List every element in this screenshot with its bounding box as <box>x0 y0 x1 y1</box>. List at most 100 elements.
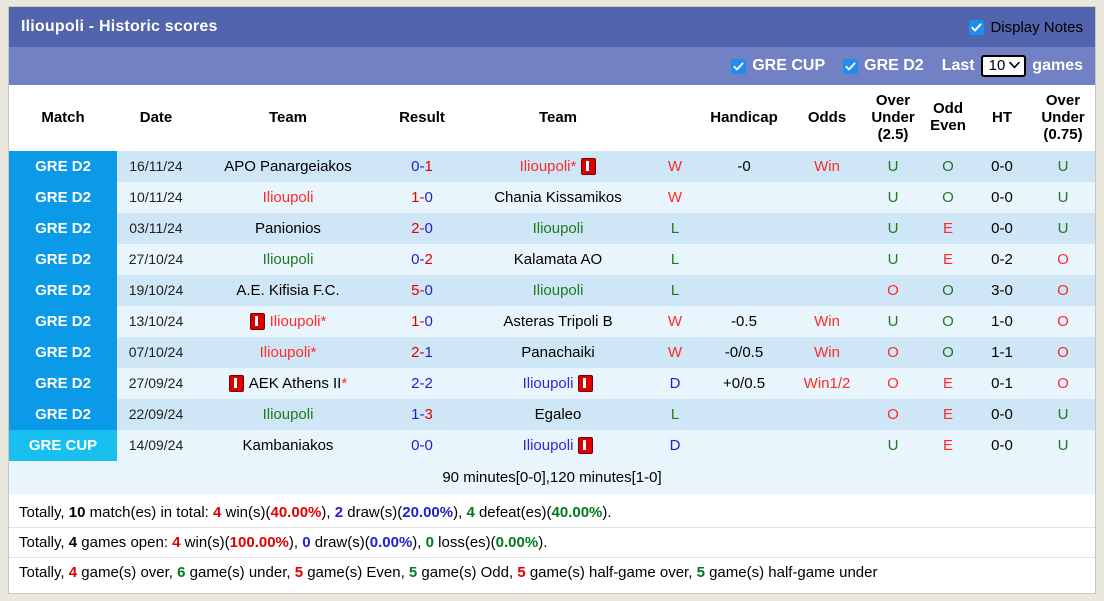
match-league-cell[interactable]: GRE D2 <box>9 368 117 400</box>
away-team-cell[interactable]: Asteras Tripoli B <box>463 306 653 338</box>
over-under-25-cell: U <box>863 244 923 276</box>
table-row[interactable]: GRE D2 07/10/24 Ilioupoli* 2-1 Panachaiki W -0… <box>9 337 1095 369</box>
table-row[interactable]: GRE D2 03/11/24 Panionios 2-0 Ilioupoli L U E 0-… <box>9 213 1095 245</box>
away-team-cell[interactable]: Egaleo <box>463 399 653 431</box>
match-league-cell[interactable]: GRE D2 <box>9 337 117 369</box>
table-row[interactable]: GRE CUP 14/09/24 Kambaniakos 0-0 Ilioupoli D U… <box>9 430 1095 462</box>
league-badge: GRE D2 <box>9 151 117 183</box>
table-row[interactable]: GRE D2 27/09/24 AEK Athens II* 2-2 Ilioupoli… <box>9 368 1095 400</box>
home-team-cell[interactable]: Ilioupoli <box>195 244 381 276</box>
result-cell: 2-2 <box>381 368 463 400</box>
over-under-25-value: U <box>887 158 899 176</box>
result-away-goals: 3 <box>424 406 433 424</box>
over-under-075-cell: U <box>1031 182 1095 214</box>
home-team-cell[interactable]: Panionios <box>195 213 381 245</box>
team-home-star: * <box>310 344 317 362</box>
games-count-select[interactable]: 10 <box>980 54 1027 78</box>
home-team-cell[interactable]: A.E. Kifisia F.C. <box>195 275 381 307</box>
home-team-cell[interactable]: Ilioupoli <box>195 399 381 431</box>
gre-cup-checkbox[interactable] <box>731 58 747 74</box>
match-league-cell[interactable]: GRE D2 <box>9 275 117 307</box>
home-team-cell[interactable]: Ilioupoli <box>195 182 381 214</box>
ht-value: 0-0 <box>991 158 1013 176</box>
table-row[interactable]: GRE D2 10/11/24 Ilioupoli 1-0 Chania Kissami… <box>9 182 1095 214</box>
gre-cup-option[interactable]: GRE CUP <box>731 57 825 75</box>
team-home-name: Ilioupoli* <box>269 313 327 331</box>
ht-cell: 3-0 <box>973 275 1031 307</box>
wdl-cell: W <box>653 306 697 338</box>
match-league-cell[interactable]: GRE D2 <box>9 182 117 214</box>
table-row[interactable]: GRE D2 27/10/24 Ilioupoli 0-2 Kalamata AO L U E… <box>9 244 1095 276</box>
result-cell: 1-0 <box>381 306 463 338</box>
match-date: 03/11/24 <box>129 220 183 237</box>
match-league-cell[interactable]: GRE D2 <box>9 213 117 245</box>
last-games-option: Last 10 games <box>942 54 1083 78</box>
match-league-cell[interactable]: GRE D2 <box>9 399 117 431</box>
match-league-cell[interactable]: GRE D2 <box>9 306 117 338</box>
wdl-cell: W <box>653 182 697 214</box>
odds-cell <box>791 213 863 245</box>
match-league-cell[interactable]: GRE CUP <box>9 430 117 462</box>
table-row[interactable]: GRE D2 13/10/24 Ilioupoli* 1-0 Asteras Tripo… <box>9 306 1095 338</box>
gre-d2-checkbox[interactable] <box>843 58 859 74</box>
gre-d2-option[interactable]: GRE D2 <box>843 57 924 75</box>
historic-scores-table: Match Date Team Result Team Handicap Odd… <box>9 85 1095 495</box>
s2-p1: Totally, <box>19 534 69 552</box>
home-team-cell[interactable]: AEK Athens II* <box>195 368 381 400</box>
over-under-075-value: U <box>1057 437 1069 455</box>
over-under-075-cell: U <box>1031 399 1095 431</box>
wdl-value: W <box>667 344 683 362</box>
table-row[interactable]: GRE D2 19/10/24 A.E. Kifisia F.C. 5-0 Ilioup… <box>9 275 1095 307</box>
team-home-name: AEK Athens II* <box>248 375 348 393</box>
display-notes-checkbox[interactable] <box>969 19 985 35</box>
team-away: Ilioupoli <box>463 368 653 399</box>
s3-p1: Totally, <box>19 564 69 582</box>
col-over-under-25: Over Under (2.5) <box>863 85 923 152</box>
odd-even-value: E <box>942 375 953 393</box>
away-team-cell[interactable]: Ilioupoli <box>463 430 653 462</box>
team-away: Kalamata AO <box>463 244 653 275</box>
over-under-075-value: U <box>1057 189 1069 207</box>
team-away-name: Asteras Tripoli B <box>503 313 613 331</box>
odds-value: Win <box>814 158 840 176</box>
away-team-cell[interactable]: Ilioupoli <box>463 213 653 245</box>
display-notes-option[interactable]: Display Notes <box>969 19 1083 36</box>
result-home-goals: 0 <box>411 251 420 269</box>
away-team-cell[interactable]: Panachaiki <box>463 337 653 369</box>
s1-p3: win(s)( <box>221 504 271 522</box>
team-home: Ilioupoli <box>195 399 381 430</box>
s2-wins: 4 <box>172 534 181 552</box>
home-team-cell[interactable]: Kambaniakos <box>195 430 381 462</box>
away-team-cell[interactable]: Chania Kissamikos <box>463 182 653 214</box>
ht-cell: 0-0 <box>973 430 1031 462</box>
table-header: Match Date Team Result Team Handicap Odd… <box>9 85 1095 152</box>
home-team-cell[interactable]: Ilioupoli* <box>195 306 381 338</box>
col-oddeven-line1: Odd <box>933 100 963 118</box>
s1-defeats: 4 <box>466 504 475 522</box>
away-team-cell[interactable]: Ilioupoli <box>463 275 653 307</box>
result-home-goals: 2 <box>411 375 420 393</box>
result-cell: 2-0 <box>381 213 463 245</box>
table-row[interactable]: GRE D2 22/09/24 Ilioupoli 1-3 Egaleo L O E 0-0 U <box>9 399 1095 431</box>
s1-p6: ), <box>453 504 467 522</box>
s2-draws: 0 <box>302 534 311 552</box>
over-under-075-value: O <box>1057 375 1069 393</box>
wdl-cell: W <box>653 337 697 369</box>
team-home: Kambaniakos <box>195 430 381 461</box>
ht-value: 0-0 <box>991 437 1013 455</box>
col-result: Result <box>381 85 463 152</box>
home-team-cell[interactable]: Ilioupoli* <box>195 337 381 369</box>
away-team-cell[interactable]: Kalamata AO <box>463 244 653 276</box>
wdl-value: L <box>670 251 680 269</box>
match-league-cell[interactable]: GRE D2 <box>9 151 117 183</box>
away-team-cell[interactable]: Ilioupoli* <box>463 151 653 183</box>
result-cell: 1-0 <box>381 182 463 214</box>
away-team-cell[interactable]: Ilioupoli <box>463 368 653 400</box>
ht-cell: 0-0 <box>973 151 1031 183</box>
table-row[interactable]: GRE D2 16/11/24 APO Panargeiakos 0-1 Ilioupo… <box>9 151 1095 183</box>
result-away-goals: 1 <box>424 344 433 362</box>
home-team-cell[interactable]: APO Panargeiakos <box>195 151 381 183</box>
handicap-cell: -0.5 <box>697 306 791 338</box>
handicap-cell <box>697 213 791 245</box>
match-league-cell[interactable]: GRE D2 <box>9 244 117 276</box>
